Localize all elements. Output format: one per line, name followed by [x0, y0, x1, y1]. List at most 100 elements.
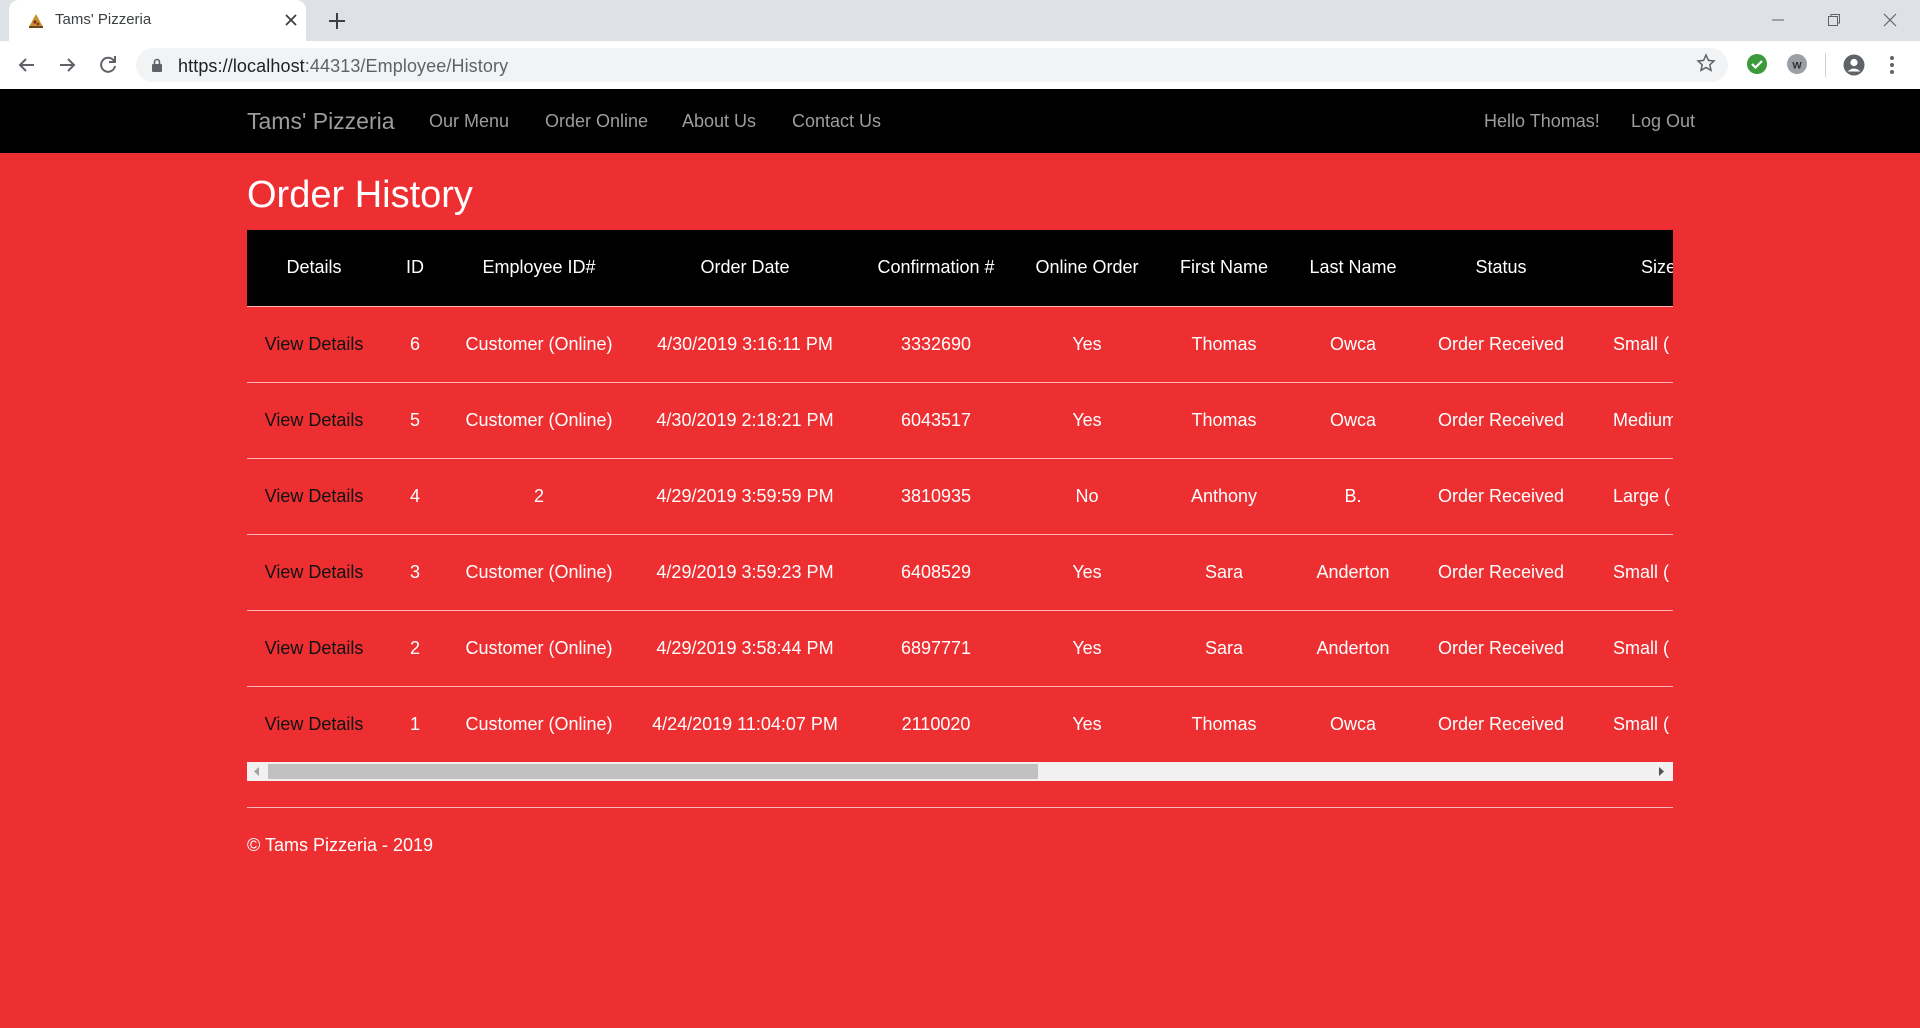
table-row: View Details 2 Customer (Online) 4/29/2019 …	[247, 610, 1673, 686]
cell-status: Order Received	[1437, 713, 1565, 734]
minimize-window-button[interactable]	[1750, 0, 1806, 40]
cell-confirmation: 2110020	[901, 713, 971, 734]
cell-online-order: Yes	[1072, 637, 1102, 658]
cell-size: Small (	[1613, 561, 1670, 582]
cell-employee-id: Customer (Online)	[465, 561, 613, 582]
w-extension-icon[interactable]: w	[1786, 53, 1808, 75]
cell-first-name: Thomas	[1191, 409, 1257, 430]
nav-our-menu[interactable]: Our Menu	[429, 111, 509, 132]
cell-details: View Details	[247, 686, 381, 762]
close-window-button[interactable]	[1862, 0, 1918, 40]
cell-details: View Details	[247, 458, 381, 534]
cell-id: 4	[409, 485, 420, 506]
url-host: https://localhost	[178, 56, 305, 76]
cell-details: View Details	[247, 610, 381, 686]
browser-toolbar: https://localhost:44313/Employee/History…	[0, 41, 1920, 90]
minimize-icon	[1772, 19, 1784, 21]
account-circle-icon[interactable]	[1842, 53, 1866, 77]
cell-details: View Details	[247, 382, 381, 458]
cell-status: Order Received	[1437, 561, 1565, 582]
cell-id: 1	[409, 713, 420, 734]
cell-employee-id: Customer (Online)	[465, 637, 613, 658]
cell-details: View Details	[247, 534, 381, 610]
header-size: Size	[1641, 257, 1673, 278]
cell-employee-id: Customer (Online)	[465, 333, 613, 354]
table-row: View Details 4 2 4/29/2019 3:59:59 PM 381093…	[247, 458, 1673, 534]
header-order-date: Order Date	[700, 257, 790, 278]
address-bar[interactable]: https://localhost:44313/Employee/History	[136, 48, 1728, 82]
table-header-row: Details ID Employee ID# Order Date Confi…	[247, 230, 1673, 306]
cell-status: Order Received	[1437, 333, 1565, 354]
cell-last-name: B.	[1344, 485, 1362, 506]
lock-icon	[152, 58, 162, 72]
order-rows: View Details 6 Customer (Online) 4/30/2019 …	[247, 306, 1673, 762]
cell-first-name: Sara	[1204, 637, 1244, 658]
cell-online-order: Yes	[1072, 409, 1102, 430]
back-arrow-icon[interactable]	[14, 52, 40, 78]
cell-last-name: Owca	[1329, 409, 1376, 430]
cell-order-date: 4/29/2019 3:59:59 PM	[656, 485, 834, 506]
nav-about-us[interactable]: About Us	[682, 111, 756, 132]
cell-order-date: 4/29/2019 3:59:23 PM	[656, 561, 834, 582]
cell-confirmation: 3810935	[900, 485, 972, 506]
cell-online-order: Yes	[1072, 561, 1102, 582]
cell-order-date: 4/30/2019 2:18:21 PM	[656, 409, 834, 430]
cell-order-date: 4/24/2019 11:04:07 PM	[652, 713, 838, 734]
view-details-link[interactable]: View Details	[265, 410, 364, 430]
view-details-link[interactable]: View Details	[265, 562, 364, 582]
header-first-name: First Name	[1179, 257, 1268, 278]
view-details-link[interactable]: View Details	[265, 714, 364, 734]
page-title: Order History	[247, 174, 473, 216]
logout-link[interactable]: Log Out	[1631, 111, 1695, 132]
nav-order-online[interactable]: Order Online	[545, 111, 648, 132]
restore-window-button[interactable]	[1806, 0, 1862, 40]
scroll-left-arrow-icon[interactable]	[253, 767, 261, 776]
site-navbar: Tams' Pizzeria Our Menu Order Online Abo…	[0, 89, 1920, 153]
view-details-link[interactable]: View Details	[265, 334, 364, 354]
table-row: View Details 5 Customer (Online) 4/30/2019 …	[247, 382, 1673, 458]
close-tab-icon[interactable]	[281, 10, 301, 30]
browser-tab[interactable]: Tams' Pizzeria	[9, 0, 306, 41]
view-details-link[interactable]: View Details	[265, 638, 364, 658]
cell-first-name: Sara	[1204, 561, 1244, 582]
pizza-favicon-icon	[29, 14, 43, 28]
scroll-right-arrow-icon[interactable]	[1657, 767, 1665, 776]
header-last-name: Last Name	[1309, 257, 1397, 278]
cell-id: 3	[409, 561, 420, 582]
table-row: View Details 6 Customer (Online) 4/30/2019 …	[247, 306, 1673, 382]
url-path: :44313/Employee/History	[304, 56, 509, 76]
check-circle-icon[interactable]	[1746, 53, 1768, 75]
header-status: Status	[1475, 257, 1527, 278]
cell-size: Medium	[1613, 409, 1673, 430]
order-history-table: Details ID Employee ID# Order Date Confi…	[247, 230, 1673, 762]
cell-size: Small (	[1613, 637, 1670, 658]
cell-last-name: Owca	[1329, 333, 1376, 354]
horizontal-scrollbar[interactable]	[247, 762, 1673, 781]
cell-employee-id: 2	[533, 485, 544, 506]
user-greeting-link[interactable]: Hello Thomas!	[1484, 111, 1600, 132]
header-confirmation: Confirmation #	[877, 257, 995, 278]
forward-arrow-icon[interactable]	[54, 52, 80, 78]
cell-order-date: 4/30/2019 3:16:11 PM	[657, 333, 833, 354]
tab-title: Tams' Pizzeria	[55, 11, 152, 28]
star-icon[interactable]	[1696, 53, 1716, 73]
cell-online-order: Yes	[1072, 713, 1102, 734]
reload-icon[interactable]	[95, 52, 121, 78]
header-id: ID	[406, 257, 424, 278]
site-brand-link[interactable]: Tams' Pizzeria	[247, 108, 395, 135]
view-details-link[interactable]: View Details	[265, 486, 364, 506]
cell-confirmation: 6408529	[900, 561, 972, 582]
cell-last-name: Anderton	[1316, 561, 1390, 582]
kebab-menu-icon[interactable]	[1884, 53, 1900, 77]
nav-contact-us[interactable]: Contact Us	[792, 111, 881, 132]
cell-status: Order Received	[1437, 485, 1565, 506]
cell-size: Small (	[1613, 333, 1670, 354]
new-tab-icon[interactable]	[326, 10, 348, 32]
table-row: View Details 1 Customer (Online) 4/24/2019 …	[247, 686, 1673, 762]
header-details: Details	[286, 257, 342, 278]
cell-first-name: Anthony	[1190, 485, 1258, 506]
scrollbar-thumb[interactable]	[268, 764, 1038, 779]
cell-last-name: Owca	[1329, 713, 1376, 734]
cell-confirmation: 6897771	[900, 637, 972, 658]
address-url: https://localhost:44313/Employee/History	[178, 56, 508, 77]
